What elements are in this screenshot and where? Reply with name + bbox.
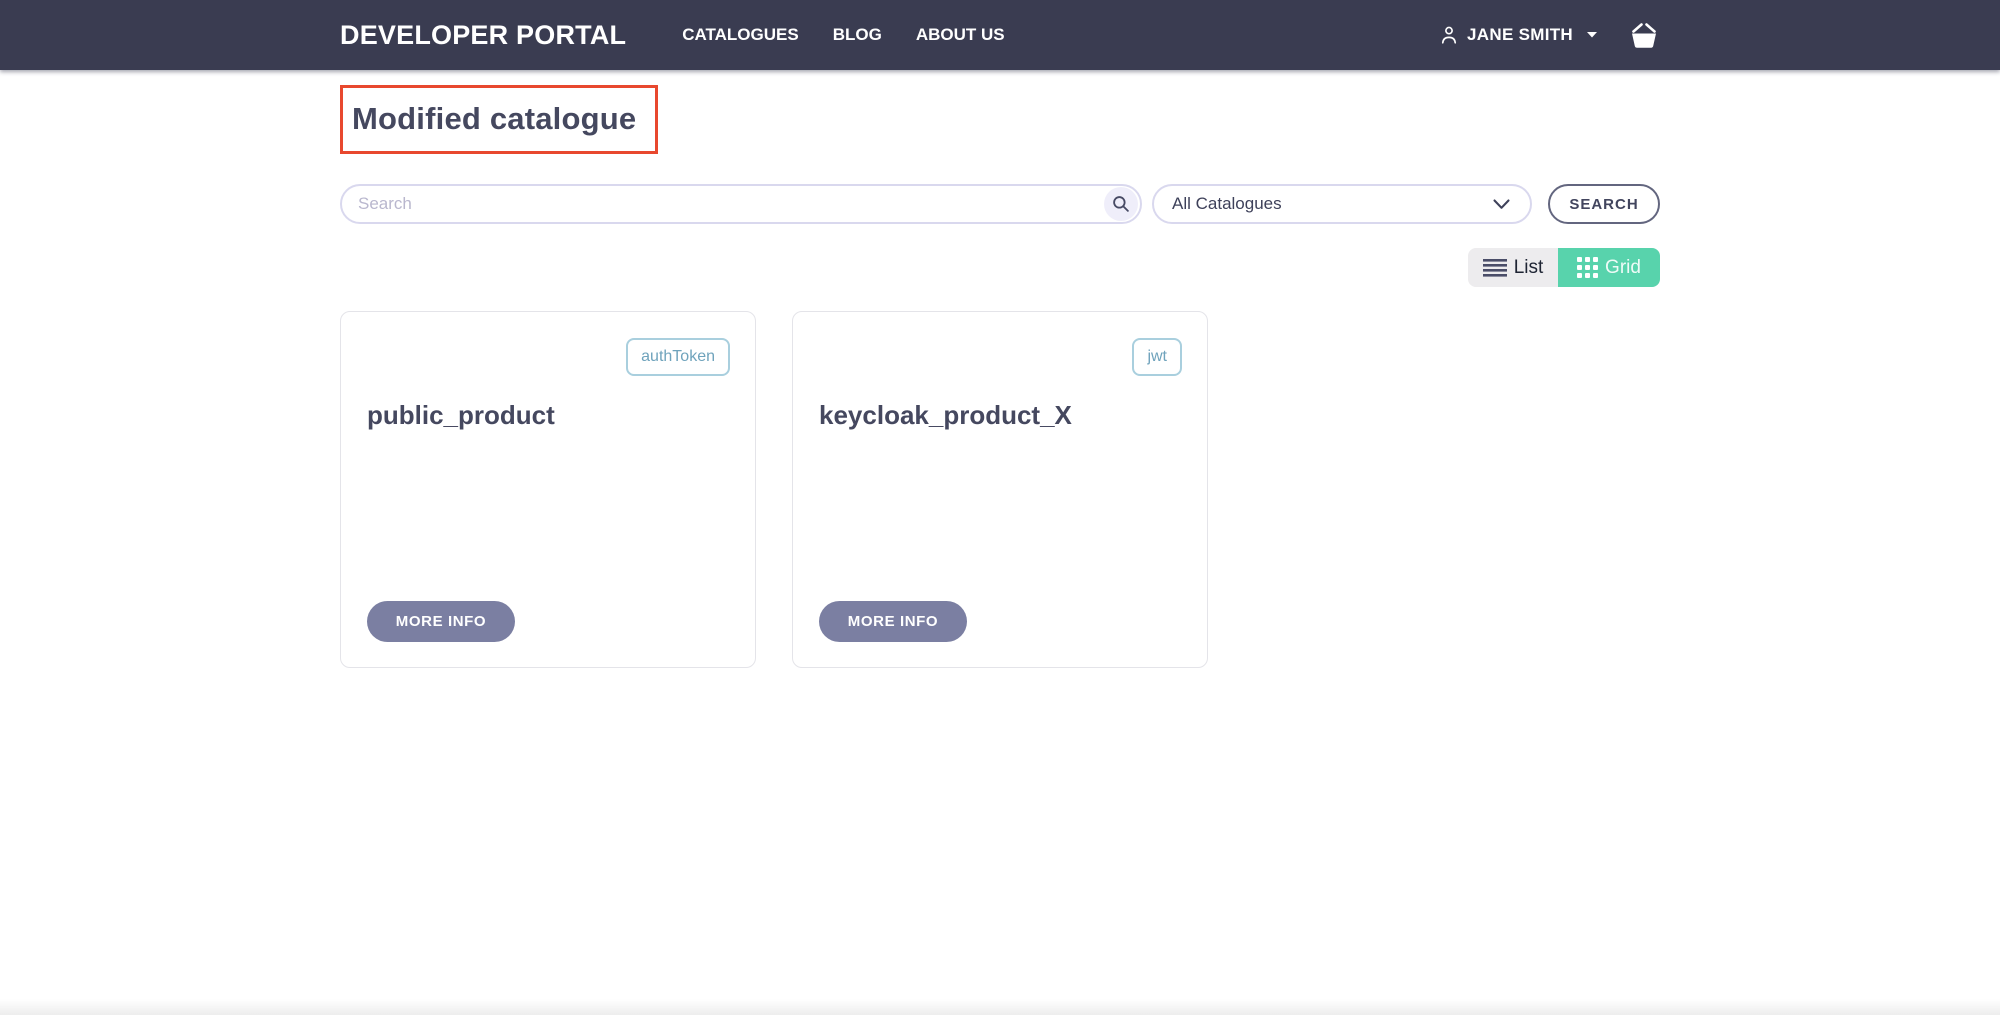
catalogue-filter-value: All Catalogues bbox=[1172, 194, 1282, 214]
app-header: DEVELOPER PORTAL CATALOGUES BLOG ABOUT U… bbox=[0, 0, 2000, 70]
chevron-down-icon bbox=[1493, 199, 1510, 210]
product-name: public_product bbox=[367, 400, 555, 431]
search-field-wrap bbox=[340, 184, 1142, 224]
basket-icon[interactable] bbox=[1628, 21, 1660, 49]
nav-item-catalogues[interactable]: CATALOGUES bbox=[682, 25, 798, 45]
person-icon bbox=[1438, 24, 1460, 46]
user-name: JANE SMITH bbox=[1467, 25, 1573, 45]
view-toggle-row: List Grid bbox=[340, 248, 1660, 287]
more-info-button[interactable]: MORE INFO bbox=[367, 601, 515, 642]
catalogue-filter-select[interactable]: All Catalogues bbox=[1152, 184, 1532, 224]
more-info-button[interactable]: MORE INFO bbox=[819, 601, 967, 642]
auth-type-badge: authToken bbox=[626, 338, 730, 376]
search-icon[interactable] bbox=[1104, 187, 1138, 221]
brand-logo[interactable]: DEVELOPER PORTAL bbox=[340, 20, 626, 51]
main-content: Modified catalogue All Catalogues SEARCH bbox=[340, 70, 1660, 668]
view-toggle-list-label: List bbox=[1514, 257, 1544, 279]
product-name: keycloak_product_X bbox=[819, 400, 1072, 431]
search-button[interactable]: SEARCH bbox=[1548, 184, 1660, 224]
product-card[interactable]: jwt keycloak_product_X MORE INFO bbox=[792, 311, 1208, 668]
view-toggle-list[interactable]: List bbox=[1468, 248, 1558, 287]
user-menu[interactable]: JANE SMITH bbox=[1438, 24, 1598, 46]
search-row: All Catalogues SEARCH bbox=[340, 184, 1660, 224]
product-card-grid: authToken public_product MORE INFO jwt k… bbox=[340, 311, 1660, 668]
nav-item-about-us[interactable]: ABOUT US bbox=[916, 25, 1005, 45]
view-toggle-grid[interactable]: Grid bbox=[1558, 248, 1660, 287]
nav-item-blog[interactable]: BLOG bbox=[833, 25, 882, 45]
bottom-shadow-gradient bbox=[0, 999, 2000, 1015]
list-lines-icon bbox=[1483, 258, 1507, 278]
page-title: Modified catalogue bbox=[352, 101, 636, 137]
search-input[interactable] bbox=[342, 186, 1090, 222]
auth-type-badge: jwt bbox=[1132, 338, 1182, 376]
view-toggle: List Grid bbox=[1468, 248, 1660, 287]
page-title-highlight-box: Modified catalogue bbox=[340, 85, 658, 154]
view-toggle-grid-label: Grid bbox=[1605, 257, 1641, 279]
main-nav: CATALOGUES BLOG ABOUT US bbox=[682, 25, 1004, 45]
grid-squares-icon bbox=[1577, 257, 1598, 278]
chevron-down-icon bbox=[1586, 31, 1598, 39]
product-card[interactable]: authToken public_product MORE INFO bbox=[340, 311, 756, 668]
